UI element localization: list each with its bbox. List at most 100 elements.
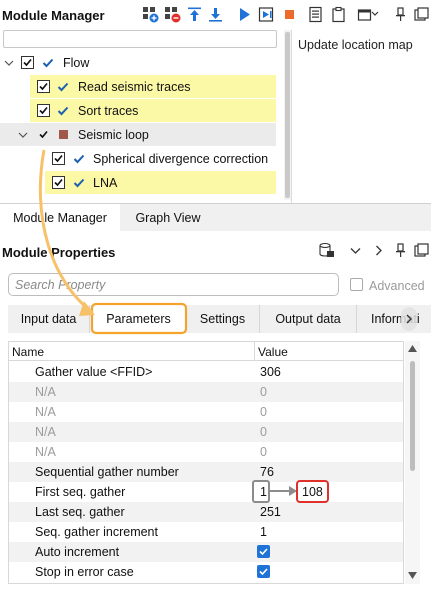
row-value[interactable]: 1 <box>260 525 267 539</box>
table-row[interactable]: Auto increment <box>9 542 403 562</box>
row-value[interactable]: 0 <box>260 385 267 399</box>
row-value[interactable]: 1 <box>260 485 267 499</box>
chevron-right-icon[interactable] <box>370 242 387 259</box>
chevron-right-icon[interactable] <box>405 314 413 324</box>
row-value[interactable]: 0 <box>260 425 267 439</box>
row-name: Gather value <FFID> <box>35 365 153 379</box>
row-name: N/A <box>35 385 56 399</box>
remove-module-icon[interactable] <box>164 6 181 23</box>
row-name: N/A <box>35 445 56 459</box>
tree-scrollbar[interactable] <box>284 30 291 200</box>
row-name: N/A <box>35 425 56 439</box>
module-manager-header: Module Manager <box>0 0 431 30</box>
check-mark-icon <box>73 178 85 188</box>
module-manager-title: Module Manager <box>2 8 105 23</box>
checkbox-icon[interactable] <box>37 80 50 93</box>
grid-header: Name Value <box>9 342 403 361</box>
row-value[interactable]: 76 <box>260 465 274 479</box>
tab-input-data[interactable]: Input data <box>8 305 90 333</box>
loop-block-icon <box>59 130 68 139</box>
float-window-icon[interactable] <box>413 242 430 259</box>
table-row[interactable]: Stop in error case <box>9 562 403 582</box>
row-name: Stop in error case <box>35 565 134 579</box>
checkbox-icon[interactable] <box>52 176 65 189</box>
tree-item-label: Read seismic traces <box>78 80 191 94</box>
check-mark-icon <box>73 154 85 164</box>
move-down-icon[interactable] <box>207 6 224 23</box>
table-row[interactable]: First seq. gather 1 <box>9 482 403 502</box>
module-info-text: Update location map <box>298 38 413 52</box>
tree-filter-input[interactable] <box>3 30 277 48</box>
tree-item-lna[interactable]: LNA <box>45 171 276 194</box>
tree-item-label: Seismic loop <box>78 128 149 142</box>
pin-icon[interactable] <box>392 242 409 259</box>
checkbox-icon[interactable] <box>21 56 34 69</box>
tab-output-data[interactable]: Output data <box>260 305 357 333</box>
tree-item-label: Sort traces <box>78 104 139 118</box>
tree-item-seismic-loop[interactable]: Seismic loop <box>0 123 276 146</box>
search-property-input[interactable]: Search Property <box>8 273 339 296</box>
tree-item-sort-traces[interactable]: Sort traces <box>30 99 276 122</box>
row-name: Seq. gather increment <box>35 525 158 539</box>
pin-icon[interactable] <box>392 6 409 23</box>
chevron-down-icon[interactable] <box>347 242 364 259</box>
move-up-icon[interactable] <box>186 6 203 23</box>
tree-item-label: LNA <box>93 176 118 190</box>
row-value[interactable]: 0 <box>260 405 267 419</box>
database-icon[interactable] <box>318 242 335 259</box>
module-manager-tabs: Module Manager Graph View <box>0 203 431 232</box>
table-row[interactable]: N/A 0 <box>9 442 403 462</box>
table-row[interactable]: N/A 0 <box>9 382 403 402</box>
table-row[interactable]: N/A 0 <box>9 402 403 422</box>
tree-item-label: Flow <box>63 56 90 70</box>
table-row[interactable]: Seq. gather increment 1 <box>9 522 403 542</box>
row-value[interactable]: 251 <box>260 505 281 519</box>
stop-icon[interactable] <box>281 6 298 23</box>
advanced-label: Advanced <box>369 279 425 293</box>
table-row[interactable]: Sequential gather number 76 <box>9 462 403 482</box>
row-name: Last seq. gather <box>35 505 125 519</box>
row-value[interactable]: 306 <box>260 365 281 379</box>
chevron-down-icon[interactable] <box>18 130 28 140</box>
check-mark-icon <box>57 106 69 116</box>
search-property-placeholder: Search Property <box>15 278 106 292</box>
advanced-checkbox[interactable] <box>350 278 363 291</box>
module-info-panel: Update location map <box>291 30 431 203</box>
auto-increment-checkbox[interactable] <box>257 545 270 558</box>
row-name: Sequential gather number <box>35 465 179 479</box>
row-value[interactable]: 0 <box>260 445 267 459</box>
tree-item-read-seismic-traces[interactable]: Read seismic traces <box>30 75 276 98</box>
scroll-up-icon[interactable] <box>407 344 418 353</box>
tab-graph-view[interactable]: Graph View <box>120 204 216 232</box>
clipboard-icon[interactable] <box>330 6 347 23</box>
stop-in-error-checkbox[interactable] <box>257 565 270 578</box>
checkbox-icon[interactable] <box>37 128 50 141</box>
run-step-icon[interactable] <box>258 6 275 23</box>
grid-scrollbar[interactable] <box>405 341 420 584</box>
scroll-down-icon[interactable] <box>407 571 418 580</box>
run-icon[interactable] <box>236 6 253 23</box>
property-tabs: Input data Parameters Settings Output da… <box>8 305 431 333</box>
tab-information[interactable]: Informati <box>357 305 431 333</box>
table-row[interactable]: N/A 0 <box>9 422 403 442</box>
chevron-down-icon[interactable] <box>4 58 14 68</box>
check-mark-icon <box>57 82 69 92</box>
log-icon[interactable] <box>307 6 324 23</box>
tab-module-manager[interactable]: Module Manager <box>0 204 120 232</box>
checkbox-icon[interactable] <box>52 152 65 165</box>
tree-item-flow[interactable]: Flow <box>0 51 276 74</box>
tab-settings[interactable]: Settings <box>186 305 260 333</box>
header-name: Name <box>12 345 45 359</box>
add-module-icon[interactable] <box>142 6 159 23</box>
header-value: Value <box>258 345 288 359</box>
float-window-icon[interactable] <box>413 6 430 23</box>
row-name: First seq. gather <box>35 485 126 499</box>
row-name: N/A <box>35 405 56 419</box>
check-mark-icon <box>42 58 54 68</box>
tab-parameters[interactable]: Parameters <box>92 305 186 333</box>
window-menu-icon[interactable] <box>357 6 381 23</box>
checkbox-icon[interactable] <box>37 104 50 117</box>
tree-item-spherical-divergence-correction[interactable]: Spherical divergence correction <box>0 147 276 170</box>
table-row[interactable]: Last seq. gather 251 <box>9 502 403 522</box>
table-row[interactable]: Gather value <FFID> 306 <box>9 362 403 382</box>
